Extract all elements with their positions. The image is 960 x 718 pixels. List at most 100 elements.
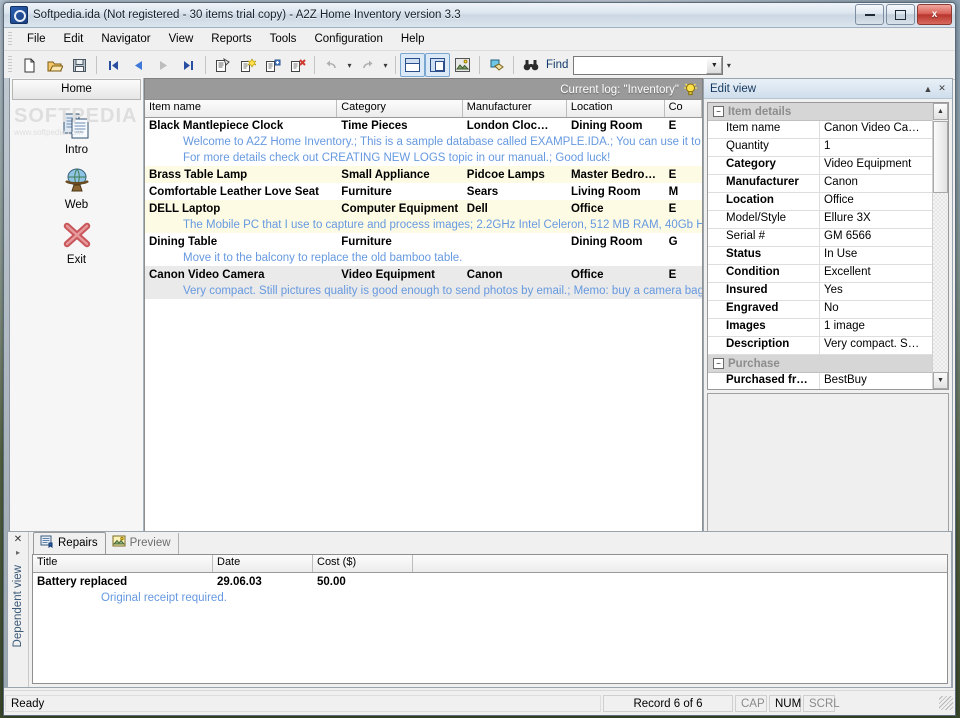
last-record-icon[interactable] bbox=[176, 53, 201, 77]
save-icon[interactable] bbox=[67, 53, 92, 77]
property-row[interactable]: Location Office bbox=[708, 193, 933, 211]
menu-navigator[interactable]: Navigator bbox=[92, 30, 159, 48]
expander-icon[interactable]: − bbox=[713, 358, 724, 369]
expander-icon[interactable]: − bbox=[713, 106, 724, 117]
property-row[interactable]: Images 1 image bbox=[708, 319, 933, 337]
table-row[interactable]: Black Mantlepiece Clock Time Pieces Lond… bbox=[145, 117, 702, 134]
table-row[interactable]: Brass Table Lamp Small Appliance Pidcoe … bbox=[145, 166, 702, 183]
delete-record-icon[interactable] bbox=[285, 53, 310, 77]
table-row[interactable]: Comfortable Leather Love Seat Furniture … bbox=[145, 183, 702, 200]
table-row[interactable]: DELL Laptop Computer Equipment Dell Offi… bbox=[145, 200, 702, 217]
property-row[interactable]: Manufacturer Canon bbox=[708, 175, 933, 193]
table-row[interactable]: Canon Video Camera Video Equipment Canon… bbox=[145, 266, 702, 283]
minimize-button[interactable] bbox=[855, 4, 884, 25]
table-row[interactable]: Battery replaced 29.06.03 50.00 bbox=[33, 573, 947, 590]
nav-button-home[interactable]: Home bbox=[12, 79, 141, 100]
binoculars-icon[interactable] bbox=[518, 53, 543, 77]
new-record-icon[interactable] bbox=[235, 53, 260, 77]
resize-grip[interactable] bbox=[939, 696, 953, 710]
split-view-icon[interactable] bbox=[400, 53, 425, 77]
nav-item-intro[interactable]: Intro bbox=[10, 110, 143, 156]
property-value[interactable]: BestBuy bbox=[820, 373, 933, 389]
lightbulb-icon[interactable] bbox=[683, 82, 698, 97]
next-record-icon[interactable] bbox=[151, 53, 176, 77]
find-input-wrapper[interactable]: ▼ bbox=[573, 55, 724, 75]
close-icon[interactable]: ✕ bbox=[14, 534, 22, 545]
preview-view-icon[interactable] bbox=[450, 53, 475, 77]
nav-item-exit[interactable]: Exit bbox=[10, 220, 143, 266]
column-header-date[interactable]: Date bbox=[213, 555, 313, 572]
property-value[interactable]: 1 bbox=[820, 139, 933, 156]
property-value[interactable]: No bbox=[820, 301, 933, 318]
property-row[interactable]: Engraved No bbox=[708, 301, 933, 319]
scroll-thumb[interactable] bbox=[933, 121, 948, 193]
menu-view[interactable]: View bbox=[160, 30, 203, 48]
property-value[interactable]: Very compact. S… bbox=[820, 337, 933, 354]
property-value[interactable]: Canon Video Ca… bbox=[820, 121, 933, 138]
property-value[interactable]: In Use bbox=[820, 247, 933, 264]
menu-edit[interactable]: Edit bbox=[55, 30, 93, 48]
redo-dropdown-icon[interactable]: ▾ bbox=[380, 54, 391, 76]
close-icon[interactable]: ✕ bbox=[935, 82, 949, 96]
tab-preview[interactable]: Preview bbox=[106, 533, 179, 554]
property-value[interactable]: Yes bbox=[820, 283, 933, 300]
column-header-condition[interactable]: Co bbox=[664, 100, 702, 117]
redo-icon[interactable] bbox=[355, 53, 380, 77]
menu-help[interactable]: Help bbox=[392, 30, 434, 48]
tab-repairs[interactable]: Repairs bbox=[33, 532, 106, 554]
column-header-category[interactable]: Category bbox=[337, 100, 463, 117]
previous-record-icon[interactable] bbox=[126, 53, 151, 77]
menu-file[interactable]: File bbox=[18, 30, 55, 48]
menu-reports[interactable]: Reports bbox=[202, 30, 260, 48]
property-row[interactable]: Purchased fr… BestBuy bbox=[708, 373, 933, 389]
property-row[interactable]: Serial # GM 6566 bbox=[708, 229, 933, 247]
menu-tools[interactable]: Tools bbox=[261, 30, 306, 48]
column-header-cost[interactable]: Cost ($) bbox=[313, 555, 413, 572]
column-header-title[interactable]: Title bbox=[33, 555, 213, 572]
property-row[interactable]: Category Video Equipment bbox=[708, 157, 933, 175]
property-value[interactable]: GM 6566 bbox=[820, 229, 933, 246]
property-row[interactable]: Description Very compact. S… bbox=[708, 337, 933, 355]
table-row[interactable]: Dining Table Furniture Dining Room G bbox=[145, 233, 702, 250]
property-value[interactable]: Office bbox=[820, 193, 933, 210]
nav-item-web[interactable]: Web bbox=[10, 165, 143, 211]
pin-icon[interactable]: ▸ bbox=[16, 548, 20, 557]
toolbar-overflow-icon[interactable]: ▾ bbox=[723, 54, 734, 76]
scroll-down-icon[interactable]: ▼ bbox=[933, 372, 948, 389]
edit-view-icon[interactable] bbox=[425, 53, 450, 77]
property-group-purchase[interactable]: − Purchase bbox=[708, 355, 933, 373]
find-input[interactable] bbox=[574, 57, 707, 73]
property-grid-vertical-scrollbar[interactable]: ▲ ▼ bbox=[932, 103, 948, 389]
menu-configuration[interactable]: Configuration bbox=[305, 30, 391, 48]
property-row[interactable]: Model/Style Ellure 3X bbox=[708, 211, 933, 229]
property-row[interactable]: Quantity 1 bbox=[708, 139, 933, 157]
column-header-location[interactable]: Location bbox=[566, 100, 665, 117]
first-record-icon[interactable] bbox=[101, 53, 126, 77]
duplicate-record-icon[interactable] bbox=[260, 53, 285, 77]
current-log-bar: Current log: "Inventory" bbox=[144, 78, 703, 100]
undo-icon[interactable] bbox=[319, 53, 344, 77]
filter-icon[interactable] bbox=[484, 53, 509, 77]
property-row[interactable]: Insured Yes bbox=[708, 283, 933, 301]
collapse-icon[interactable]: ▲ bbox=[921, 82, 935, 96]
maximize-button[interactable] bbox=[886, 4, 915, 25]
property-row[interactable]: Condition Excellent bbox=[708, 265, 933, 283]
property-group-item-details[interactable]: − Item details bbox=[708, 103, 933, 121]
property-row[interactable]: Status In Use bbox=[708, 247, 933, 265]
open-folder-icon[interactable] bbox=[42, 53, 67, 77]
property-value[interactable]: Ellure 3X bbox=[820, 211, 933, 228]
close-button[interactable]: x bbox=[917, 4, 952, 25]
find-dropdown-icon[interactable]: ▼ bbox=[706, 56, 723, 74]
column-header-item-name[interactable]: Item name bbox=[145, 100, 338, 117]
property-value[interactable]: Excellent bbox=[820, 265, 933, 282]
property-value[interactable]: Canon bbox=[820, 175, 933, 192]
new-icon[interactable] bbox=[17, 53, 42, 77]
property-value[interactable]: 1 image bbox=[820, 319, 933, 336]
property-value[interactable]: Video Equipment bbox=[820, 157, 933, 174]
scroll-track[interactable] bbox=[933, 193, 948, 372]
scroll-up-icon[interactable]: ▲ bbox=[933, 103, 948, 120]
edit-record-icon[interactable] bbox=[210, 53, 235, 77]
column-header-manufacturer[interactable]: Manufacturer bbox=[462, 100, 567, 117]
undo-dropdown-icon[interactable]: ▾ bbox=[344, 54, 355, 76]
property-row[interactable]: Item name Canon Video Ca… bbox=[708, 121, 933, 139]
